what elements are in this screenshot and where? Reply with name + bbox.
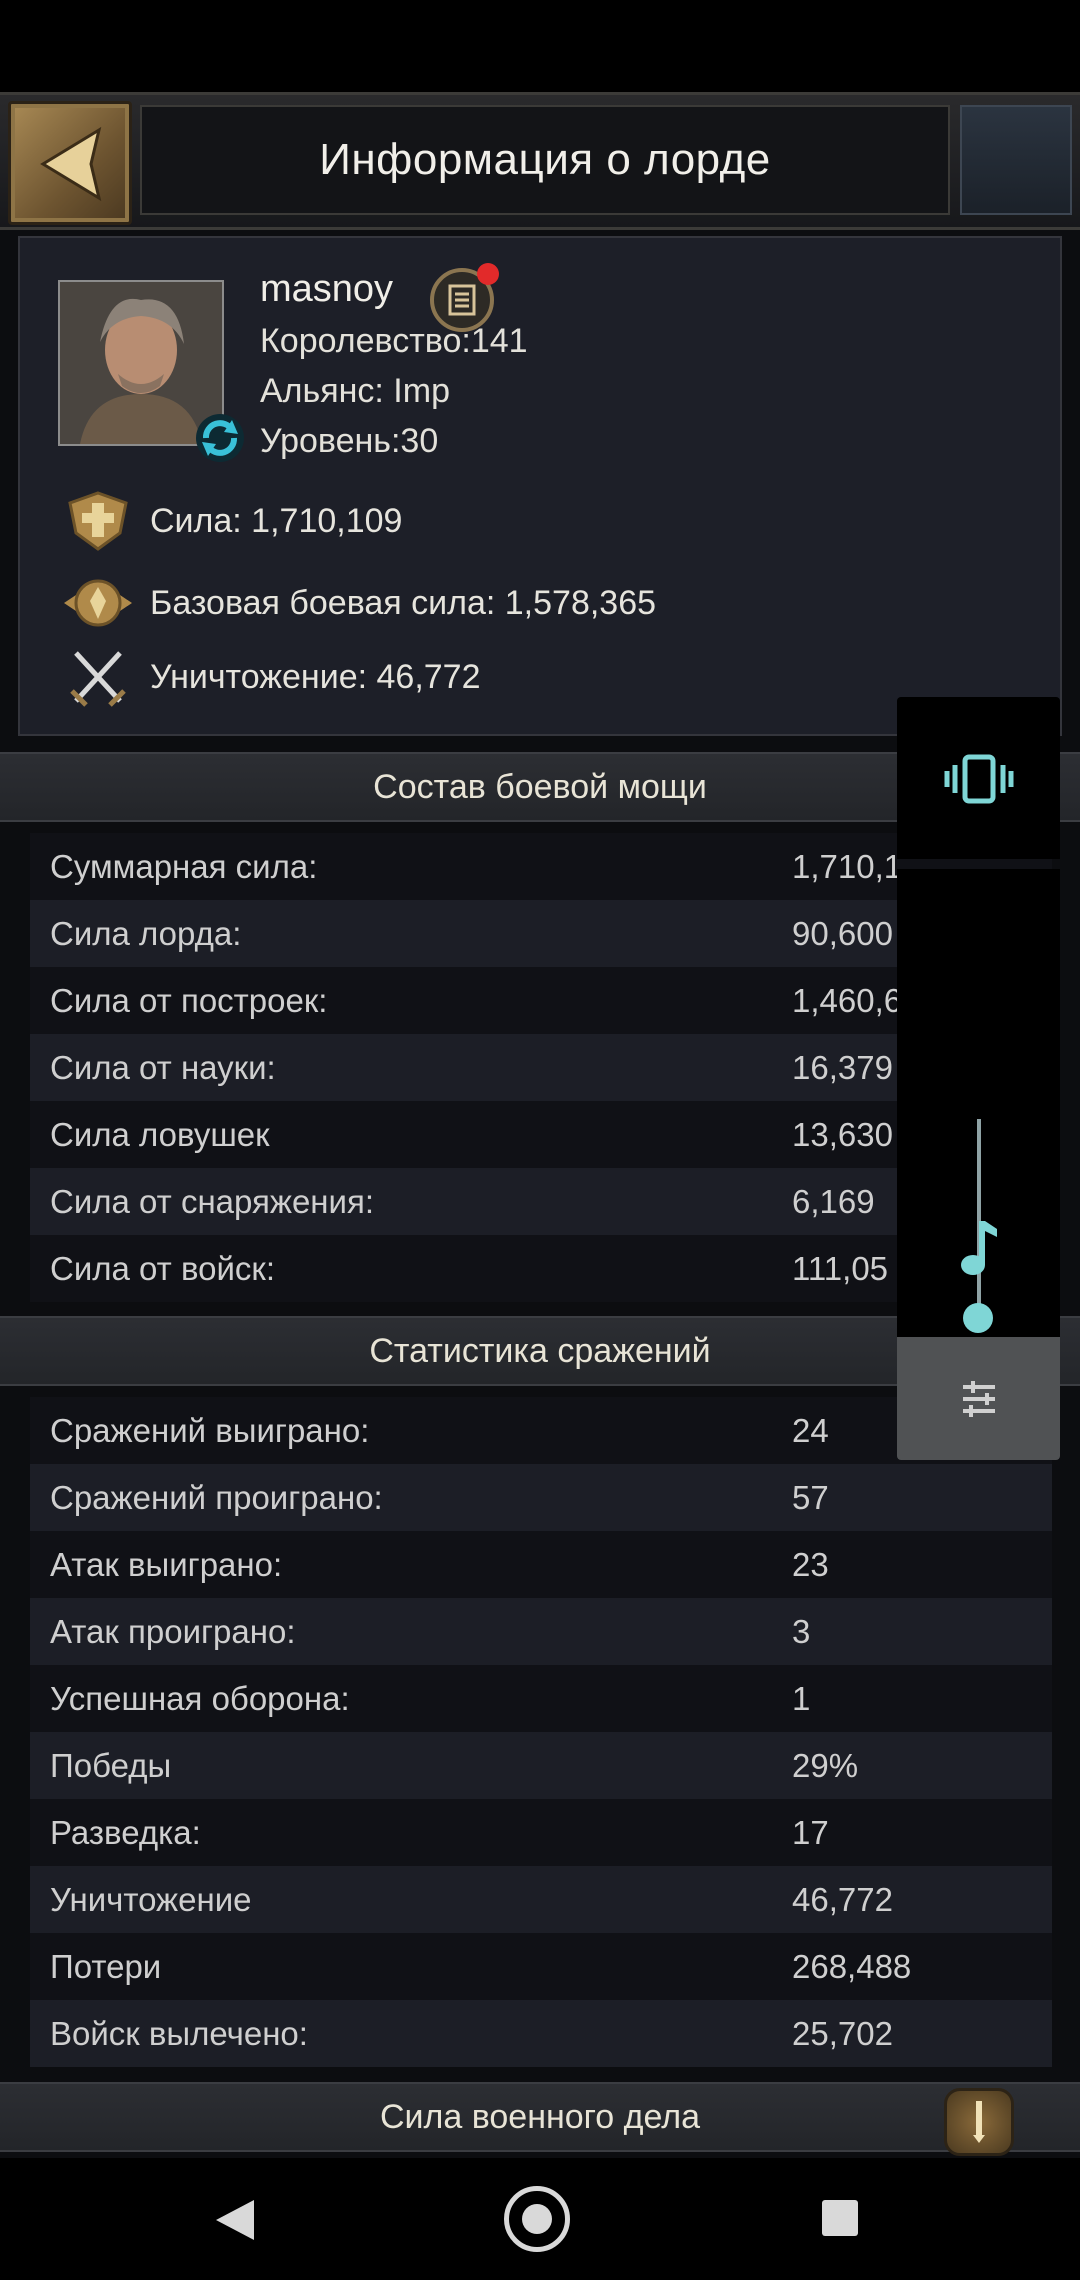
top-bar: Информация о лорде — [0, 92, 1080, 230]
page-title: Информация о лорде — [319, 135, 771, 184]
row-value: 111,05 — [792, 1249, 889, 1287]
table-row: Успешная оборона: 1 — [30, 1665, 1052, 1732]
title-frame: Информация о лорде — [140, 105, 950, 215]
row-label: Сила ловушек — [50, 1115, 270, 1153]
emblem-icon[interactable] — [960, 105, 1072, 215]
row-value: 268,488 — [792, 1947, 912, 1985]
row-value: 29% — [792, 1746, 859, 1784]
row-label: Разведка: — [50, 1813, 201, 1851]
nav-recents-icon[interactable] — [822, 2200, 858, 2236]
navigation-bar — [0, 2158, 1080, 2280]
row-label: Потери — [50, 1947, 162, 1985]
row-label: Сила от войск: — [50, 1249, 276, 1287]
table-row: Атак проиграно: 3 — [30, 1598, 1052, 1665]
crossed-swords-icon — [70, 651, 126, 707]
music-note-icon — [961, 1221, 997, 1275]
table-row: Атак выиграно: 23 — [30, 1531, 1052, 1598]
row-label: Уничтожение — [50, 1880, 252, 1918]
destruction-stat: Уничтожение: 46,772 — [60, 642, 481, 712]
lord-profile-panel: masnoy Королевство:141 Альянс: Imp Урове… — [18, 236, 1062, 736]
row-label: Сила от науки: — [50, 1048, 276, 1086]
table-row: Разведка: 17 — [30, 1799, 1052, 1866]
kingdom-text: Королевство:141 — [260, 322, 528, 360]
row-value: 16,379 — [792, 1048, 893, 1086]
row-value: 23 — [792, 1545, 829, 1583]
row-value: 13,630 — [792, 1115, 893, 1153]
row-label: Войск вылечено: — [50, 2014, 308, 2052]
equalizer-settings-icon — [963, 1381, 995, 1417]
back-button[interactable] — [8, 101, 132, 225]
notification-badge — [477, 263, 499, 285]
row-value: 24 — [792, 1411, 829, 1449]
row-value: 17 — [792, 1813, 829, 1851]
row-label: Победы — [50, 1746, 172, 1784]
row-value: 6,169 — [792, 1182, 875, 1220]
nav-back-icon[interactable] — [212, 2198, 260, 2242]
table-row: Победы 29% — [30, 1732, 1052, 1799]
base-combat-stat: Базовая боевая сила: 1,578,365 — [60, 568, 656, 638]
destruction-stat-text: Уничтожение: 46,772 — [150, 657, 481, 696]
sound-settings-button[interactable] — [897, 1337, 1060, 1460]
status-bar — [0, 0, 1080, 92]
alliance-text: Альянс: Imp — [260, 372, 450, 410]
row-value: 3 — [792, 1612, 811, 1650]
row-label: Сила от построек: — [50, 981, 328, 1019]
military-power-header[interactable]: Сила военного дела — [0, 2082, 1080, 2152]
row-value: 1,460,6 — [792, 981, 903, 1019]
row-label: Атак выиграно: — [50, 1545, 283, 1583]
nav-home-icon[interactable] — [504, 2186, 570, 2252]
table-row: Войск вылечено: 25,702 — [30, 2000, 1052, 2067]
back-arrow-icon — [40, 126, 102, 202]
table-row: Потери 268,488 — [30, 1933, 1052, 2000]
row-value: 46,772 — [792, 1880, 893, 1918]
military-info-icon[interactable] — [944, 2088, 1014, 2156]
base-combat-stat-text: Базовая боевая сила: 1,578,365 — [150, 583, 657, 622]
username: masnoy — [260, 268, 394, 310]
row-label: Сражений проиграно: — [50, 1478, 383, 1516]
power-stat-text: Сила: 1,710,109 — [150, 501, 403, 540]
combat-emblem-icon — [64, 579, 132, 627]
row-label: Суммарная сила: — [50, 847, 318, 885]
row-label: Успешная оборона: — [50, 1679, 350, 1717]
row-label: Сила от снаряжения: — [50, 1182, 375, 1220]
row-label: Сражений выиграно: — [50, 1411, 370, 1449]
level-text: Уровень:30 — [260, 422, 439, 460]
power-shield-icon — [68, 491, 128, 551]
sync-icon[interactable] — [192, 410, 248, 466]
ringer-mode-button[interactable] — [897, 697, 1060, 859]
row-label: Сила лорда: — [50, 914, 242, 952]
power-stat: Сила: 1,710,109 — [60, 486, 402, 556]
row-value: 1,710,1 — [792, 847, 903, 885]
vibrate-icon — [944, 754, 1014, 804]
volume-panel — [897, 697, 1060, 1460]
row-value: 25,702 — [792, 2014, 893, 2052]
media-volume-slider[interactable] — [897, 869, 1060, 1337]
row-value: 57 — [792, 1478, 829, 1516]
table-row: Уничтожение 46,772 — [30, 1866, 1052, 1933]
row-label: Атак проиграно: — [50, 1612, 296, 1650]
row-value: 1 — [792, 1679, 811, 1717]
table-row: Сражений проиграно: 57 — [30, 1464, 1052, 1531]
row-value: 90,600 — [792, 914, 893, 952]
